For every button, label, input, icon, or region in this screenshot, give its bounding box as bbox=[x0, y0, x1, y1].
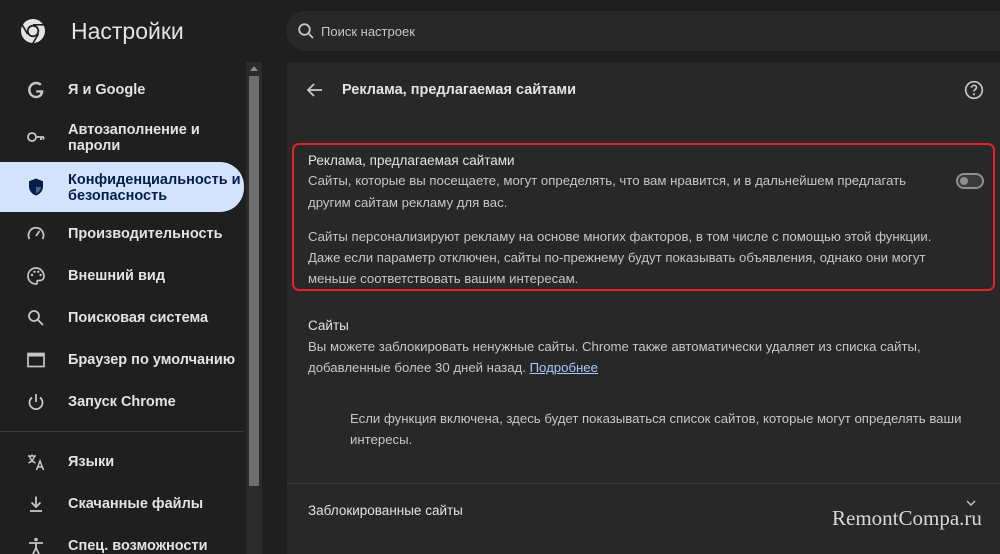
help-icon[interactable] bbox=[964, 80, 984, 100]
sidebar-item-search-engine[interactable]: Поисковая система bbox=[0, 300, 244, 336]
sidebar-item-label: Производительность bbox=[68, 226, 223, 242]
browser-window-icon bbox=[27, 352, 45, 368]
sites-description-line2: добавленные более 30 дней назад. Подробн… bbox=[308, 357, 598, 379]
ad-topics-note-line1: Сайты персонализируют рекламу на основе … bbox=[308, 229, 932, 244]
sidebar-item-label: Поисковая система bbox=[68, 310, 209, 326]
app-title: Настройки bbox=[71, 18, 184, 44]
key-icon bbox=[27, 132, 45, 142]
sidebar-divider bbox=[0, 431, 244, 432]
sidebar-item-label: Языки bbox=[68, 454, 115, 470]
sites-empty-line2: интересы. bbox=[350, 432, 413, 447]
page-title: Реклама, предлагаемая сайтами bbox=[342, 82, 576, 98]
sidebar-item-label: Браузер по умолчанию bbox=[68, 352, 236, 368]
palette-icon bbox=[27, 267, 45, 285]
search-icon bbox=[28, 310, 44, 326]
sidebar-item-appearance[interactable]: Внешний вид bbox=[0, 258, 244, 294]
sites-empty-line1: Если функция включена, здесь будет показ… bbox=[350, 411, 962, 426]
google-g-icon bbox=[28, 81, 44, 99]
sidebar-item-on-startup[interactable]: Запуск Chrome bbox=[0, 384, 244, 420]
search-input[interactable] bbox=[321, 11, 921, 51]
settings-card: Реклама, предлагаемая сайтами Реклама, п… bbox=[287, 62, 1000, 554]
search-icon bbox=[298, 23, 314, 39]
sites-description-text: добавленные более 30 дней назад. bbox=[308, 360, 526, 375]
sidebar-item-downloads[interactable]: Скачанные файлы bbox=[0, 486, 244, 522]
ad-topics-description-line2: другим сайтам рекламу для вас. bbox=[308, 195, 508, 210]
sites-description-line1: Вы можете заблокировать ненужные сайты. … bbox=[308, 339, 921, 354]
speedometer-icon bbox=[27, 226, 45, 240]
sidebar-item-performance[interactable]: Производительность bbox=[0, 216, 244, 252]
blocked-sites-title[interactable]: Заблокированные сайты bbox=[308, 503, 463, 518]
sidebar-item-you-and-google[interactable]: Я и Google bbox=[0, 72, 244, 108]
ad-topics-note-line2: Даже если параметр отключен, сайты по-пр… bbox=[308, 250, 926, 265]
sidebar-item-label: Я и Google bbox=[68, 82, 146, 98]
power-icon bbox=[28, 394, 44, 411]
sidebar-item-autofill[interactable]: Автозаполнение и пароли bbox=[0, 114, 244, 160]
sidebar-item-label: Скачанные файлы bbox=[68, 496, 204, 512]
toggle-knob bbox=[960, 177, 968, 185]
sidebar-item-accessibility[interactable]: Спец. возможности bbox=[0, 528, 244, 554]
back-arrow-icon[interactable] bbox=[306, 81, 324, 99]
translate-icon bbox=[28, 454, 45, 471]
learn-more-link[interactable]: Подробнее bbox=[530, 360, 598, 375]
ad-topics-title: Реклама, предлагаемая сайтами bbox=[308, 153, 515, 168]
sidebar-item-privacy[interactable]: Конфиденциальность и безопасность bbox=[0, 162, 244, 212]
sidebar-item-label: Автозаполнение и пароли bbox=[68, 122, 200, 154]
sidebar-item-languages[interactable]: Языки bbox=[0, 444, 244, 480]
sites-title: Сайты bbox=[308, 318, 349, 333]
download-icon bbox=[30, 496, 42, 512]
sidebar-item-default-browser[interactable]: Браузер по умолчанию bbox=[0, 342, 244, 378]
sidebar-item-label: Запуск Chrome bbox=[68, 394, 176, 410]
accessibility-icon bbox=[29, 537, 43, 554]
watermark: RemontCompa.ru bbox=[832, 506, 982, 530]
ad-topics-description-line1: Сайты, которые вы посещаете, могут опред… bbox=[308, 173, 907, 188]
top-bar: Настройки bbox=[0, 0, 1000, 62]
scrollbar-thumb[interactable] bbox=[249, 76, 259, 486]
search-bar[interactable] bbox=[286, 11, 1000, 51]
sidebar-item-label: Спец. возможности bbox=[68, 538, 208, 554]
sidebar: Я и Google Автозаполнение и пароли Конфи… bbox=[0, 62, 262, 554]
sidebar-scrollbar[interactable] bbox=[246, 62, 262, 554]
shield-icon bbox=[29, 178, 43, 196]
sidebar-item-label: Внешний вид bbox=[68, 268, 166, 284]
section-separator bbox=[287, 483, 1000, 484]
ad-topics-note-line3: меньше соответствовать вашим интересам. bbox=[308, 271, 579, 286]
ad-topics-toggle[interactable] bbox=[956, 173, 984, 189]
scroll-up-arrow-icon[interactable] bbox=[250, 66, 258, 71]
sidebar-item-label: Конфиденциальность и безопасность bbox=[68, 172, 241, 204]
chrome-logo-icon bbox=[21, 19, 45, 44]
